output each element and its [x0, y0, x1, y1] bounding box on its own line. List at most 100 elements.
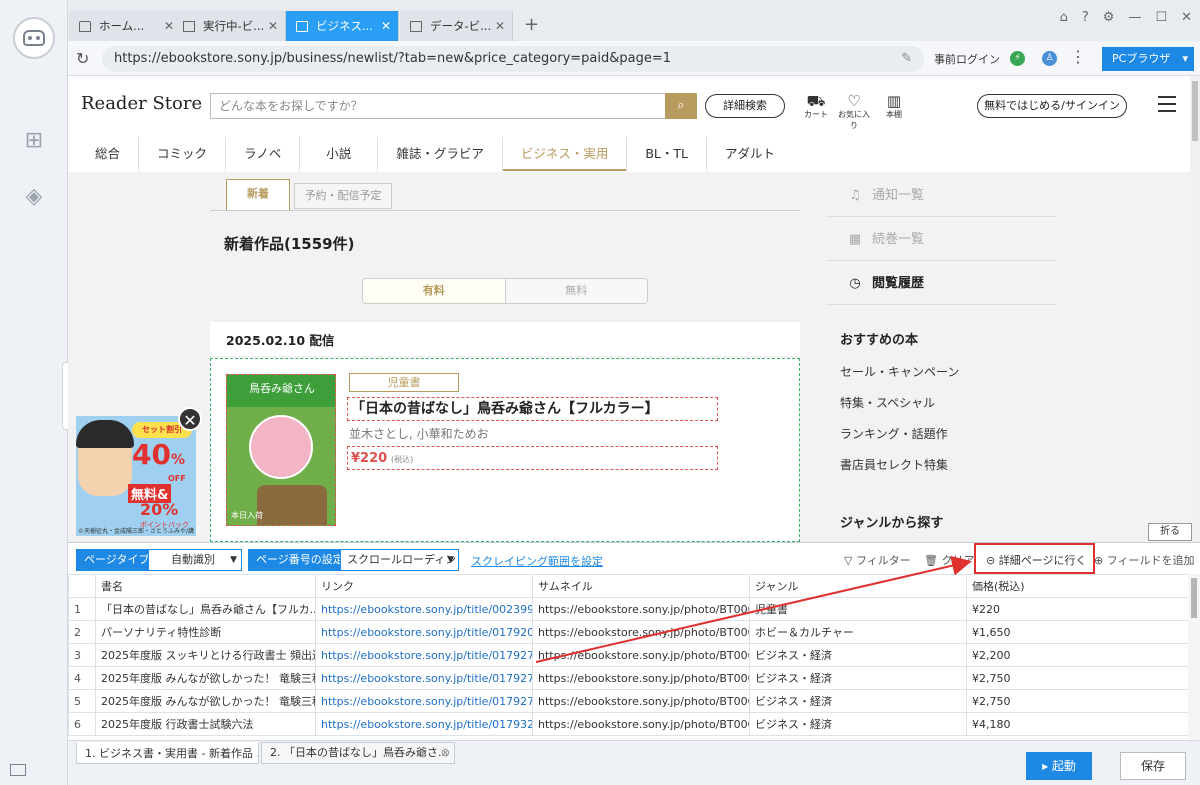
cell-thumbnail[interactable]: https://ebookstore.sony.jp/photo/BT00017… — [532, 712, 750, 736]
site-logo[interactable]: Reader Store — [81, 93, 202, 114]
search-input[interactable]: どんな本をお探しですか？ — [210, 93, 697, 119]
ranking-link[interactable]: ランキング・話題作 — [840, 425, 948, 442]
table-row[interactable]: 5 2025年度版 みんなが欲しかった！ 竜験三種... https://ebo… — [68, 689, 1188, 713]
book-cover[interactable]: 鳥呑み爺さん 本日入荷 — [226, 374, 336, 526]
favorites-button[interactable]: ♡ お気に入り — [836, 93, 872, 131]
close-icon[interactable]: ✕ — [378, 19, 394, 33]
extension-icon[interactable]: ⚡ — [1010, 51, 1025, 66]
advanced-search-button[interactable]: 詳細検索 — [705, 94, 785, 118]
cell-genre[interactable]: 児童書 — [749, 597, 967, 621]
maximize-icon[interactable]: ☐ — [1155, 10, 1167, 25]
cell-link[interactable]: https://ebookstore.sony.jp/title/0179276… — [315, 666, 533, 690]
scrape-range-link[interactable]: スクレイピング範囲を設定 — [471, 553, 603, 569]
category-tab-all[interactable]: 総合 — [81, 137, 140, 171]
close-icon[interactable]: ⊗ — [441, 743, 450, 763]
browser-tab-running[interactable]: 実行中-ビ... ✕ — [173, 11, 286, 41]
cell-title[interactable]: 「日本の昔ばなし」鳥呑み爺さん【フルカ... — [95, 597, 316, 621]
more-icon[interactable]: ⋮ — [1070, 47, 1086, 66]
category-tab-comic[interactable]: コミック — [139, 137, 227, 171]
cell-thumbnail[interactable]: https://ebookstore.sony.jp/photo/BT00017… — [532, 643, 750, 667]
task-tab-2[interactable]: 2. 「日本の昔ばなし」鳥呑み爺さ... ⊗ — [261, 742, 455, 764]
history-link[interactable]: ◷ 閲覧履歴 — [826, 263, 1056, 305]
page-type-select[interactable]: 自動識別 ▼ — [148, 549, 242, 571]
category-tab-adult[interactable]: アダルト — [707, 137, 793, 171]
toggle-paid[interactable]: 有料 — [363, 279, 506, 303]
tab-new[interactable]: 新着 — [226, 179, 290, 211]
cell-link[interactable]: https://ebookstore.sony.jp/title/0179276… — [315, 689, 533, 713]
cell-title[interactable]: 2025年度版 みんなが欲しかった！ 竜験三種... — [95, 666, 316, 690]
table-row[interactable]: 3 2025年度版 スッキリとける行政書士 頻出過... https://ebo… — [68, 643, 1188, 667]
user-icon[interactable]: ♙ — [1042, 51, 1057, 66]
add-tab-icon[interactable]: + — [524, 14, 539, 35]
cell-thumbnail[interactable]: https://ebookstore.sony.jp/photo/BT00002… — [532, 597, 750, 621]
new-task-icon[interactable]: ⊞ — [21, 128, 47, 154]
bookshelf-button[interactable]: ▥ 本棚 — [876, 93, 912, 120]
table-row[interactable]: 4 2025年度版 みんなが欲しかった！ 竜験三種... https://ebo… — [68, 666, 1188, 690]
add-field-button[interactable]: ⊕ フィールドを追加 — [1094, 552, 1195, 568]
table-scrollbar[interactable] — [1188, 574, 1200, 740]
table-row[interactable]: 2 パーソナリティ特性診断 https://ebookstore.sony.jp… — [68, 620, 1188, 644]
cell-thumbnail[interactable]: https://ebookstore.sony.jp/photo/BT00017… — [532, 620, 750, 644]
filter-button[interactable]: ▽ フィルター — [844, 552, 911, 568]
book-title[interactable]: 「日本の昔ばなし」鳥呑み爺さん【フルカラー】 — [347, 397, 718, 421]
column-header-price[interactable]: 価格(税込) — [966, 574, 1188, 598]
column-header-genre[interactable]: ジャンル — [749, 574, 967, 598]
cell-price[interactable]: ¥2,750 — [966, 689, 1188, 713]
scrollbar-thumb[interactable] — [1191, 578, 1197, 618]
gift-icon[interactable]: ⌂ — [1060, 10, 1068, 25]
notify-link[interactable]: ♫ 通知一覧 — [826, 175, 1056, 217]
cell-genre[interactable]: ビジネス・経済 — [749, 689, 967, 713]
edit-icon[interactable]: ✎ — [901, 46, 912, 72]
cell-title[interactable]: パーソナリティ特性診断 — [95, 620, 316, 644]
signin-button[interactable]: 無料ではじめる/サインイン — [977, 94, 1127, 118]
floating-ad[interactable]: セット割引 40% OFF 無料& 20% ポイントバック ©天樹征丸・金成陽三… — [76, 416, 196, 536]
url-input[interactable]: https://ebookstore.sony.jp/business/newl… — [102, 46, 924, 72]
cell-title[interactable]: 2025年度版 行政書士試験六法 — [95, 712, 316, 736]
table-row[interactable]: 1 「日本の昔ばなし」鳥呑み爺さん【フルカ... https://ebookst… — [68, 597, 1188, 621]
cell-genre[interactable]: ビジネス・経済 — [749, 712, 967, 736]
cell-price[interactable]: ¥1,650 — [966, 620, 1188, 644]
page-number-select[interactable]: スクロールローディン ▼ — [340, 549, 459, 571]
genre-tag[interactable]: 児童書 — [349, 373, 459, 392]
cell-link[interactable]: https://ebookstore.sony.jp/title/0179324… — [315, 712, 533, 736]
category-tab-bltl[interactable]: BL・TL — [627, 137, 707, 171]
pre-login-link[interactable]: 事前ログイン — [934, 51, 1000, 67]
tab-upcoming[interactable]: 予約・配信予定 — [294, 183, 392, 209]
task-tab-1[interactable]: 1. ビジネス書・実用書 - 新着作品 ... — [76, 742, 259, 764]
cell-genre[interactable]: ビジネス・経済 — [749, 643, 967, 667]
cell-title[interactable]: 2025年度版 みんなが欲しかった！ 竜験三種... — [95, 689, 316, 713]
column-header-link[interactable]: リンク — [315, 574, 533, 598]
book-card[interactable]: 鳥呑み爺さん 本日入荷 児童書 「日本の昔ばなし」鳥呑み爺さん【フルカラー】 並… — [210, 358, 800, 542]
close-ad-icon[interactable]: ✕ — [178, 407, 202, 431]
close-window-icon[interactable]: ✕ — [1181, 10, 1192, 25]
minimize-icon[interactable]: — — [1128, 10, 1141, 25]
page-scrollbar[interactable] — [1190, 76, 1200, 542]
close-icon[interactable]: ✕ — [265, 19, 281, 33]
reload-icon[interactable]: ↻ — [76, 49, 89, 68]
category-tab-lightnovel[interactable]: ラノベ — [226, 137, 301, 171]
toggle-free[interactable]: 無料 — [505, 279, 647, 303]
start-button[interactable]: ▸ 起動 — [1026, 752, 1092, 780]
cell-thumbnail[interactable]: https://ebookstore.sony.jp/photo/BT00017… — [532, 666, 750, 690]
pc-browser-button[interactable]: PCブラウザ ▾ — [1102, 47, 1194, 71]
save-button[interactable]: 保存 — [1120, 752, 1186, 780]
cell-thumbnail[interactable]: https://ebookstore.sony.jp/photo/BT00017… — [532, 689, 750, 713]
close-icon[interactable]: ✕ — [492, 19, 508, 33]
mail-icon[interactable] — [10, 764, 26, 776]
app-logo[interactable] — [13, 17, 55, 59]
browser-tab-data[interactable]: データ-ビ... ✕ — [400, 11, 513, 41]
fold-button[interactable]: 折る — [1148, 523, 1192, 541]
cell-price[interactable]: ¥4,180 — [966, 712, 1188, 736]
cell-genre[interactable]: ホビー＆カルチャー — [749, 620, 967, 644]
cell-link[interactable]: https://ebookstore.sony.jp/title/0023992… — [315, 597, 533, 621]
goto-detail-button[interactable]: ⊝ 詳細ページに行く — [974, 543, 1095, 574]
browser-tab-business[interactable]: ビジネス... ✕ — [286, 11, 399, 41]
table-row[interactable]: 6 2025年度版 行政書士試験六法 https://ebookstore.so… — [68, 712, 1188, 736]
search-icon[interactable]: ⌕ — [665, 93, 697, 119]
cell-price[interactable]: ¥2,750 — [966, 666, 1188, 690]
category-tab-business[interactable]: ビジネス・実用 — [502, 137, 628, 171]
series-link[interactable]: ▦ 続巻一覧 — [826, 219, 1056, 261]
cart-button[interactable]: ⛟ カート — [798, 93, 834, 120]
cell-link[interactable]: https://ebookstore.sony.jp/title/0179276… — [315, 643, 533, 667]
scrollbar-thumb[interactable] — [1192, 81, 1198, 141]
